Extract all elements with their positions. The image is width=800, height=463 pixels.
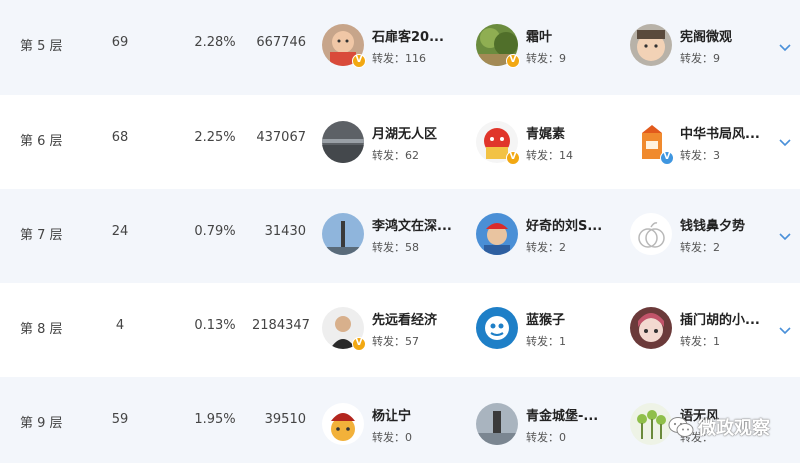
user-repost-count: 转发：1 — [680, 335, 720, 348]
floor-label: 第 5 层 — [20, 39, 63, 54]
table-row: 第 5 层 69 2.28% 667746 V 石扉客20... 转发：116 … — [0, 0, 800, 95]
chevron-down-icon[interactable] — [778, 138, 792, 148]
user-repost-count: 转发：9 — [680, 52, 720, 65]
user-name[interactable]: 好奇的刘S... — [526, 215, 602, 234]
user-name[interactable]: 钱钱鼻夕势 — [680, 215, 745, 234]
watermark: 微政观察 — [668, 414, 770, 440]
verified-badge-icon: V — [506, 54, 520, 68]
user-name[interactable]: 中华书局风... — [680, 123, 760, 142]
user-name[interactable]: 宪阁微观 — [680, 26, 732, 45]
repost-count: 59 — [111, 412, 129, 427]
user-repost-count: 转发：116 — [372, 52, 426, 65]
user-name[interactable]: 月湖无人区 — [372, 123, 437, 142]
floor-label: 第 8 层 — [20, 322, 63, 337]
repost-percent: 0.13% — [194, 318, 236, 333]
table-row: 第 6 层 68 2.25% 437067 月湖无人区 转发：62 V 青娓素 … — [0, 95, 800, 189]
user-repost-count: 转发：9 — [526, 52, 566, 65]
top-user[interactable]: 杨让宁 转发：0 — [322, 403, 467, 453]
repost-count: 69 — [111, 35, 129, 50]
user-name[interactable]: 先远看经济 — [372, 309, 437, 328]
user-repost-count: 转发：0 — [526, 431, 566, 444]
repost-count: 4 — [115, 318, 125, 333]
user-repost-count: 转发：3 — [680, 149, 720, 162]
table-row: 第 7 层 24 0.79% 31430 李鸿文在深... 转发：58 好奇的刘… — [0, 189, 800, 283]
user-name[interactable]: 插门胡的小... — [680, 309, 760, 328]
repost-count: 24 — [111, 224, 129, 239]
top-user[interactable]: 插门胡的小... 转发：1 — [630, 307, 775, 357]
user-name[interactable]: 青娓素 — [526, 123, 565, 142]
top-user[interactable]: 钱钱鼻夕势 转发：2 — [630, 213, 775, 263]
user-repost-count: 转发：57 — [372, 335, 419, 348]
top-user[interactable]: 好奇的刘S... 转发：2 — [476, 213, 621, 263]
top-user[interactable]: V 先远看经济 转发：57 — [322, 307, 467, 357]
propagation-table: 第 5 层 69 2.28% 667746 V 石扉客20... 转发：116 … — [0, 0, 800, 463]
top-user[interactable]: V 霜叶 转发：9 — [476, 24, 621, 74]
top-user[interactable]: 李鸿文在深... 转发：58 — [322, 213, 467, 263]
user-name[interactable]: 石扉客20... — [372, 26, 444, 45]
reach-count: 667746 — [256, 35, 306, 50]
floor-label: 第 6 层 — [20, 134, 63, 149]
user-repost-count: 转发：0 — [372, 431, 412, 444]
top-user[interactable]: 宪阁微观 转发：9 — [630, 24, 775, 74]
repost-percent: 2.25% — [194, 130, 236, 145]
user-avatar[interactable] — [630, 403, 672, 445]
top-user[interactable]: V 石扉客20... 转发：116 — [322, 24, 467, 74]
user-name[interactable]: 青金城堡-... — [526, 405, 598, 424]
wechat-logo-icon — [668, 417, 694, 437]
user-repost-count: 转发：1 — [526, 335, 566, 348]
floor-label: 第 7 层 — [20, 228, 63, 243]
repost-percent: 2.28% — [194, 35, 236, 50]
user-repost-count: 转发：2 — [526, 241, 566, 254]
user-avatar[interactable] — [476, 307, 518, 349]
user-name[interactable]: 杨让宁 — [372, 405, 411, 424]
reach-count: 39510 — [264, 412, 306, 427]
reach-count: 2184347 — [252, 318, 310, 333]
user-name[interactable]: 李鸿文在深... — [372, 215, 452, 234]
user-avatar[interactable] — [630, 307, 672, 349]
user-repost-count: 转发：62 — [372, 149, 419, 162]
user-name[interactable]: 霜叶 — [526, 26, 552, 45]
repost-percent: 0.79% — [194, 224, 236, 239]
chevron-down-icon[interactable] — [778, 43, 792, 53]
user-avatar[interactable] — [322, 213, 364, 255]
reach-count: 437067 — [256, 130, 306, 145]
user-avatar[interactable] — [630, 213, 672, 255]
top-user[interactable]: 蓝猴子 转发：1 — [476, 307, 621, 357]
verified-badge-icon: V — [660, 151, 674, 165]
watermark-text: 微政观察 — [698, 418, 770, 439]
reach-count: 31430 — [264, 224, 306, 239]
repost-percent: 1.95% — [194, 412, 236, 427]
user-name[interactable]: 蓝猴子 — [526, 309, 565, 328]
chevron-down-icon[interactable] — [778, 326, 792, 336]
user-avatar[interactable] — [476, 403, 518, 445]
top-user[interactable]: V 中华书局风... 转发：3 — [630, 121, 775, 171]
top-user[interactable]: 青金城堡-... 转发：0 — [476, 403, 621, 453]
user-repost-count: 转发：2 — [680, 241, 720, 254]
user-repost-count: 转发：14 — [526, 149, 573, 162]
chevron-down-icon[interactable] — [778, 232, 792, 242]
top-user[interactable]: 月湖无人区 转发：62 — [322, 121, 467, 171]
user-avatar[interactable] — [630, 24, 672, 66]
verified-badge-icon: V — [352, 337, 366, 351]
verified-badge-icon: V — [352, 54, 366, 68]
user-avatar[interactable] — [322, 403, 364, 445]
floor-label: 第 9 层 — [20, 416, 63, 431]
table-row: 第 8 层 4 0.13% 2184347 V 先远看经济 转发：57 蓝猴子 … — [0, 283, 800, 377]
user-avatar[interactable] — [322, 121, 364, 163]
top-user[interactable]: V 青娓素 转发：14 — [476, 121, 621, 171]
user-avatar[interactable] — [476, 213, 518, 255]
repost-count: 68 — [111, 130, 129, 145]
verified-badge-icon: V — [506, 151, 520, 165]
user-repost-count: 转发：58 — [372, 241, 419, 254]
